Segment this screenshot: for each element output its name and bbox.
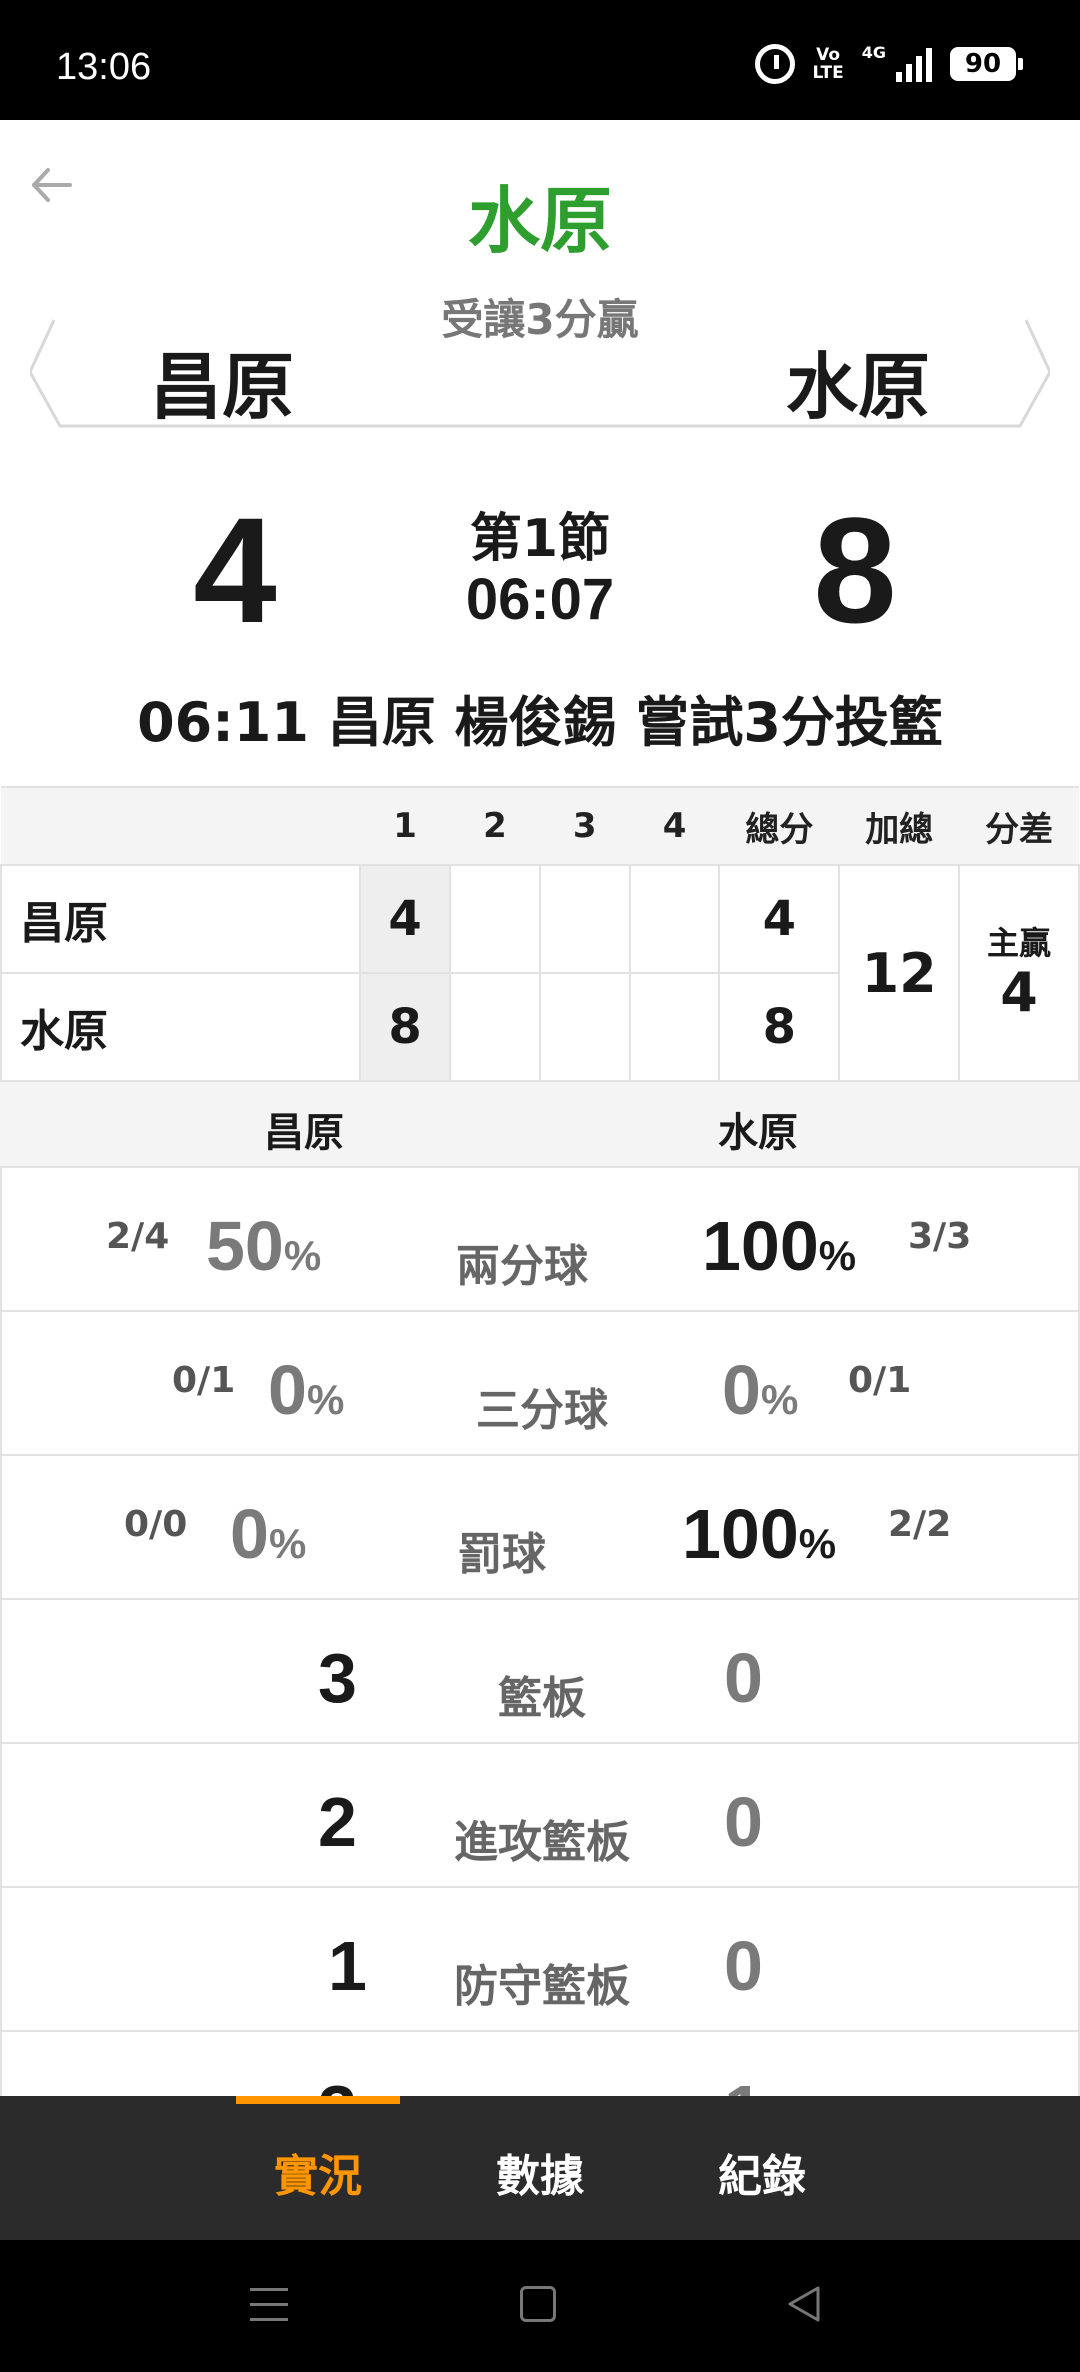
right-count: 0: [724, 1639, 763, 1717]
network-type: 4G: [861, 42, 886, 62]
status-time: 13:06: [56, 46, 152, 88]
row-team-name: 水原: [0, 972, 362, 1082]
right-percent: 0%: [722, 1351, 799, 1429]
table-header-team: [1, 786, 361, 866]
tab-stats[interactable]: 數據: [440, 2140, 640, 2204]
alarm-icon: [754, 44, 795, 84]
right-percent: 100%: [682, 1495, 837, 1573]
stat-label: 防守籃板: [454, 1961, 630, 2012]
home-icon[interactable]: [520, 2286, 556, 2322]
row-q1: 8: [359, 972, 452, 1082]
table-header-q4: 4: [629, 786, 720, 866]
right-percent: 100%: [702, 1207, 857, 1285]
stats-list[interactable]: 2/4 50% 兩分球 100% 3/3 0/1 0% 三分球 0% 0/1 0…: [0, 1168, 1080, 2096]
row-q3: [538, 864, 631, 974]
stat-row-three-pointers: 0/1 0% 三分球 0% 0/1: [0, 1312, 1080, 1456]
left-count: 3: [318, 2070, 357, 2096]
table-header-margin: 分差: [959, 786, 1079, 866]
right-count: 0: [724, 1783, 763, 1861]
row-total: 8: [718, 972, 841, 1082]
table-header-sum: 加總: [839, 786, 960, 866]
away-team-name: 水原: [785, 345, 930, 429]
margin-label: 主贏: [987, 924, 1052, 962]
table-header-q1: 1: [360, 786, 451, 866]
right-count: 1: [724, 2070, 763, 2096]
battery-icon: 90: [950, 47, 1023, 81]
stat-row-rebounds: 3 籃板 0: [0, 1600, 1080, 1744]
bottom-tab-bar: 實況 數據 紀錄: [0, 2096, 1080, 2240]
stat-label: 三分球: [476, 1385, 608, 1436]
row-q2: [449, 864, 541, 974]
team-bar: 昌原 水原: [30, 318, 1050, 429]
signal-icon: [896, 46, 932, 82]
quarter-score-table: 1 2 3 4 總分 加總 分差 昌原 4 4 12 主贏 4 水原 8 8: [0, 786, 1080, 1082]
table-header-q2: 2: [450, 786, 540, 866]
stat-label: 罰球: [458, 1529, 546, 1580]
stat-label: 籃板: [498, 1673, 586, 1724]
tab-records[interactable]: 紀錄: [662, 2140, 862, 2204]
margin-cell: 主贏 4: [958, 864, 1080, 1082]
right-fraction: 3/3: [908, 1216, 972, 1257]
row-q2: [449, 972, 541, 1082]
tab-live[interactable]: 實況: [218, 2140, 418, 2204]
menu-icon[interactable]: [250, 2288, 288, 2322]
home-team-name: 昌原: [150, 345, 295, 429]
table-header-row: 1 2 3 4 總分 加總 分差: [1, 786, 1079, 866]
row-q3: [538, 972, 631, 1082]
status-bar: 13:06 Vo LTE 4G 90: [0, 0, 1080, 120]
favored-team: 水原: [467, 179, 612, 263]
stats-right-team: 水原: [718, 1110, 798, 1156]
row-q4: [628, 972, 721, 1082]
stat-label: 兩分球: [456, 1241, 588, 1292]
table-row: 昌原 4 4 12 主贏 4: [0, 864, 1080, 1082]
stat-row-two-pointers: 2/4 50% 兩分球 100% 3/3: [0, 1168, 1080, 1312]
away-score: 8: [813, 486, 897, 654]
margin-value: 4: [1000, 961, 1038, 1024]
nav-back-icon[interactable]: [784, 2284, 824, 2324]
stat-label: 進攻籃板: [454, 1817, 630, 1868]
row-q4: [628, 864, 721, 974]
row-total: 4: [718, 864, 841, 974]
stats-left-team: 昌原: [264, 1110, 344, 1156]
table-header-total: 總分: [719, 786, 840, 866]
volte-icon: Vo LTE: [812, 45, 844, 83]
stat-row-offensive-rebounds: 2 進攻籃板 0: [0, 1744, 1080, 1888]
stat-row-defensive-rebounds: 1 防守籃板 0: [0, 1888, 1080, 2032]
combined-total: 12: [838, 864, 961, 1082]
active-tab-indicator: [236, 2096, 400, 2104]
status-icons: Vo LTE 4G 90: [754, 42, 1023, 84]
stat-row-partial: 3 1: [0, 2032, 1080, 2096]
play-by-play-text: 06:11 昌原 楊俊錫 嘗試3分投籃: [137, 691, 943, 754]
system-nav-bar: [0, 2240, 1080, 2372]
stat-row-free-throws: 0/0 0% 罰球 100% 2/2: [0, 1456, 1080, 1600]
table-header-q3: 3: [539, 786, 630, 866]
row-team-name: 昌原: [0, 864, 362, 974]
right-fraction: 0/1: [848, 1360, 912, 1401]
stats-header: 昌原 水原: [0, 1082, 1080, 1168]
right-fraction: 2/2: [888, 1504, 952, 1545]
right-count: 0: [724, 1927, 763, 2005]
row-q1: 4: [359, 864, 452, 974]
